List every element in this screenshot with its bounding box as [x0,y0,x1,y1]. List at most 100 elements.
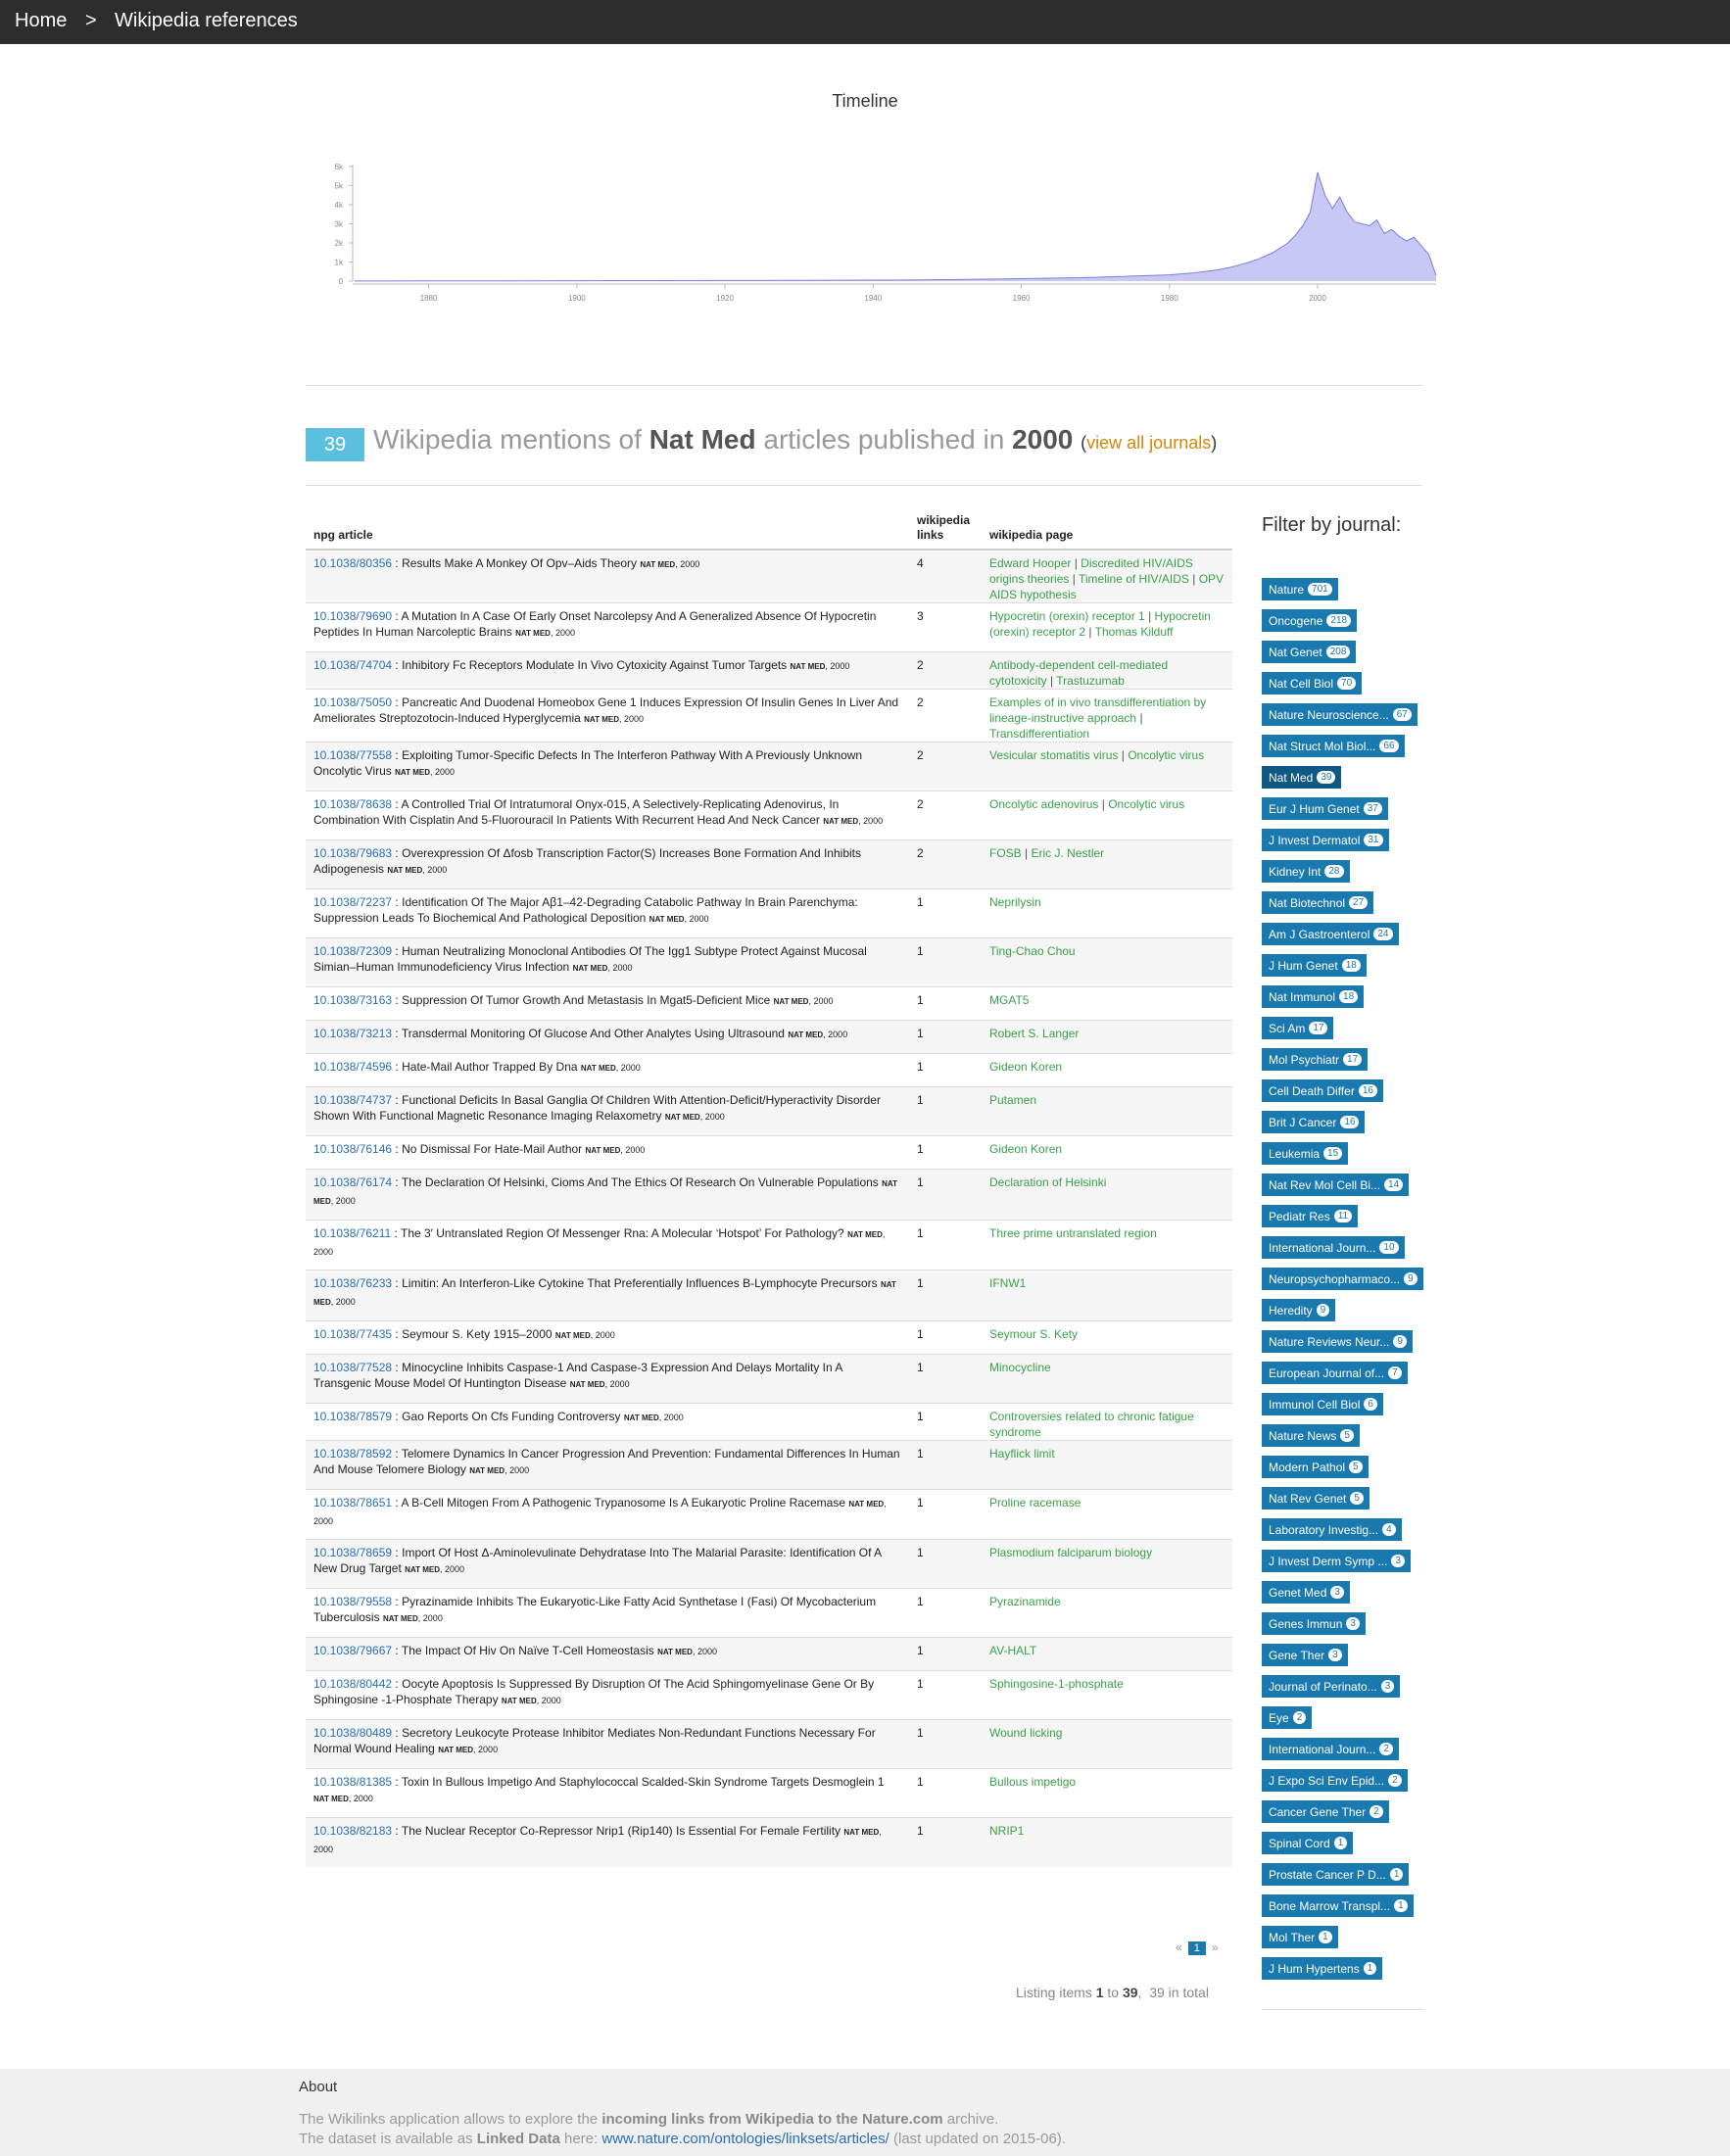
doi-link[interactable]: 10.1038/82183 [313,1824,392,1838]
doi-link[interactable]: 10.1038/77528 [313,1361,392,1374]
journal-filter-button[interactable]: Nat Rev Mol Cell Bi... 14 [1262,1174,1410,1196]
wikipedia-page-link[interactable]: Three prime untranslated region [989,1226,1157,1240]
pagination-page-1[interactable]: 1 [1187,1941,1206,1955]
doi-link[interactable]: 10.1038/74596 [313,1060,392,1074]
journal-filter-button[interactable]: Leukemia 15 [1262,1142,1349,1165]
doi-link[interactable]: 10.1038/80356 [313,556,392,570]
journal-filter-button[interactable]: Nat Cell Biol 70 [1262,672,1363,695]
journal-filter-button[interactable]: Nat Biotechnol 27 [1262,891,1374,914]
wikipedia-page-link[interactable]: Wound licking [989,1726,1062,1740]
journal-filter-button[interactable]: Nature 701 [1262,578,1338,600]
doi-link[interactable]: 10.1038/73213 [313,1027,392,1040]
doi-link[interactable]: 10.1038/72309 [313,944,392,958]
wikipedia-page-link[interactable]: Seymour S. Kety [989,1327,1078,1341]
doi-link[interactable]: 10.1038/79683 [313,846,392,860]
journal-filter-button[interactable]: Heredity 9 [1262,1299,1336,1321]
journal-filter-button[interactable]: Spinal Cord 1 [1262,1832,1354,1854]
wikipedia-page-link[interactable]: Declaration of Helsinki [989,1175,1106,1189]
journal-filter-button[interactable]: International Journ... 2 [1262,1738,1399,1760]
wikipedia-page-link[interactable]: Timeline of HIV/AIDS [1079,572,1189,586]
journal-filter-button[interactable]: Mol Ther 1 [1262,1926,1338,1948]
wikipedia-page-link[interactable]: Ting-Chao Chou [989,944,1076,958]
wikipedia-page-link[interactable]: FOSB [989,846,1022,860]
journal-filter-button[interactable]: Nat Rev Genet 5 [1262,1487,1370,1509]
journal-filter-button[interactable]: Eye 2 [1262,1706,1313,1729]
journal-filter-button[interactable]: Genes Immun 3 [1262,1612,1366,1635]
journal-filter-button[interactable]: Cancer Gene Ther 2 [1262,1800,1389,1823]
journal-filter-button[interactable]: Cell Death Differ 16 [1262,1079,1383,1102]
wikipedia-page-link[interactable]: Proline racemase [989,1496,1081,1509]
doi-link[interactable]: 10.1038/79690 [313,609,392,623]
journal-filter-button[interactable]: J Hum Hypertens 1 [1262,1957,1383,1980]
wikipedia-page-link[interactable]: IFNW1 [989,1276,1026,1290]
wikipedia-page-link[interactable]: Examples of in vivo transdifferentiation… [989,695,1206,725]
journal-filter-button[interactable]: Laboratory Investig... 4 [1262,1518,1402,1541]
doi-link[interactable]: 10.1038/76146 [313,1142,392,1156]
doi-link[interactable]: 10.1038/76211 [313,1226,391,1240]
journal-filter-button[interactable]: Nature Reviews Neur... 9 [1262,1330,1413,1353]
doi-link[interactable]: 10.1038/77558 [313,748,392,762]
doi-link[interactable]: 10.1038/78659 [313,1546,392,1559]
doi-link[interactable]: 10.1038/75050 [313,695,392,709]
pagination-next[interactable]: » [1212,1940,1219,1954]
wikipedia-page-link[interactable]: Oncolytic virus [1108,797,1184,811]
journal-filter-button[interactable]: Nat Immunol 18 [1262,985,1365,1008]
wikipedia-page-link[interactable]: Controversies related to chronic fatigue… [989,1410,1194,1439]
journal-filter-button[interactable]: Prostate Cancer P D... 1 [1262,1863,1410,1886]
journal-filter-button[interactable]: Pediatr Res 11 [1262,1205,1359,1227]
journal-filter-button[interactable]: Modern Pathol 5 [1262,1456,1369,1478]
journal-filter-button[interactable]: Mol Psychiatr 17 [1262,1048,1369,1071]
journal-filter-button[interactable]: Journal of Perinato... 3 [1262,1675,1401,1698]
journal-filter-button[interactable]: Nat Genet 208 [1262,641,1357,663]
journal-filter-button[interactable]: European Journal of... 7 [1262,1362,1408,1384]
wikipedia-page-link[interactable]: Hypocretin (orexin) receptor 1 [989,609,1145,623]
doi-link[interactable]: 10.1038/78592 [313,1447,392,1461]
wikipedia-page-link[interactable]: Putamen [989,1093,1036,1107]
wikipedia-page-link[interactable]: Oncolytic virus [1128,748,1204,762]
wikipedia-page-link[interactable]: Bullous impetigo [989,1775,1076,1789]
wikipedia-page-link[interactable]: Sphingosine-1-phosphate [989,1677,1124,1691]
doi-link[interactable]: 10.1038/74737 [313,1093,392,1107]
wikipedia-page-link[interactable]: Trastuzumab [1056,674,1125,688]
pagination-prev[interactable]: « [1176,1940,1182,1954]
journal-filter-button[interactable]: Brit J Cancer 16 [1262,1111,1366,1133]
wikipedia-page-link[interactable]: Thomas Kilduff [1095,625,1174,639]
journal-filter-button[interactable]: Nat Med 39 [1262,766,1342,789]
journal-filter-button[interactable]: J Invest Derm Symp ... 3 [1262,1550,1411,1572]
wikipedia-page-link[interactable]: Vesicular stomatitis virus [989,748,1118,762]
wikipedia-page-link[interactable]: Gideon Koren [989,1142,1062,1156]
breadcrumb-home-link[interactable]: Home [15,10,67,32]
doi-link[interactable]: 10.1038/79667 [313,1644,392,1657]
wikipedia-page-link[interactable]: Plasmodium falciparum biology [989,1546,1152,1559]
journal-filter-button[interactable]: Am J Gastroenterol 24 [1262,923,1399,945]
wikipedia-page-link[interactable]: Pyrazinamide [989,1595,1061,1608]
wikipedia-page-link[interactable]: MGAT5 [989,993,1029,1007]
wikipedia-page-link[interactable]: AV-HALT [989,1644,1036,1657]
journal-filter-button[interactable]: Nature Neuroscience... 67 [1262,703,1418,726]
wikipedia-page-link[interactable]: Neprilysin [989,895,1041,909]
wikipedia-page-link[interactable]: Oncolytic adenovirus [989,797,1098,811]
journal-filter-button[interactable]: J Invest Dermatol 31 [1262,829,1389,851]
journal-filter-button[interactable]: Eur J Hum Genet 37 [1262,797,1388,820]
journal-filter-button[interactable]: Immunol Cell Biol 6 [1262,1393,1383,1415]
wikipedia-page-link[interactable]: Robert S. Langer [989,1027,1079,1040]
journal-filter-button[interactable]: Nat Struct Mol Biol... 66 [1262,735,1405,757]
doi-link[interactable]: 10.1038/76174 [313,1175,392,1189]
journal-filter-button[interactable]: Neuropsychopharmaco... 9 [1262,1268,1423,1290]
doi-link[interactable]: 10.1038/77435 [313,1327,392,1341]
doi-link[interactable]: 10.1038/78638 [313,797,392,811]
journal-filter-button[interactable]: J Hum Genet 18 [1262,954,1367,977]
doi-link[interactable]: 10.1038/80489 [313,1726,392,1740]
wikipedia-page-link[interactable]: Edward Hooper [989,556,1071,570]
wikipedia-page-link[interactable]: Transdifferentiation [989,727,1089,741]
doi-link[interactable]: 10.1038/81385 [313,1775,392,1789]
doi-link[interactable]: 10.1038/76233 [313,1276,392,1290]
doi-link[interactable]: 10.1038/74704 [313,658,392,672]
journal-filter-button[interactable]: Genet Med 3 [1262,1581,1350,1604]
journal-filter-button[interactable]: Sci Am 17 [1262,1017,1334,1039]
wikipedia-page-link[interactable]: Gideon Koren [989,1060,1062,1074]
journal-filter-button[interactable]: Oncogene 218 [1262,609,1358,632]
doi-link[interactable]: 10.1038/72237 [313,895,392,909]
doi-link[interactable]: 10.1038/78579 [313,1410,392,1423]
journal-filter-button[interactable]: Nature News 5 [1262,1424,1360,1447]
